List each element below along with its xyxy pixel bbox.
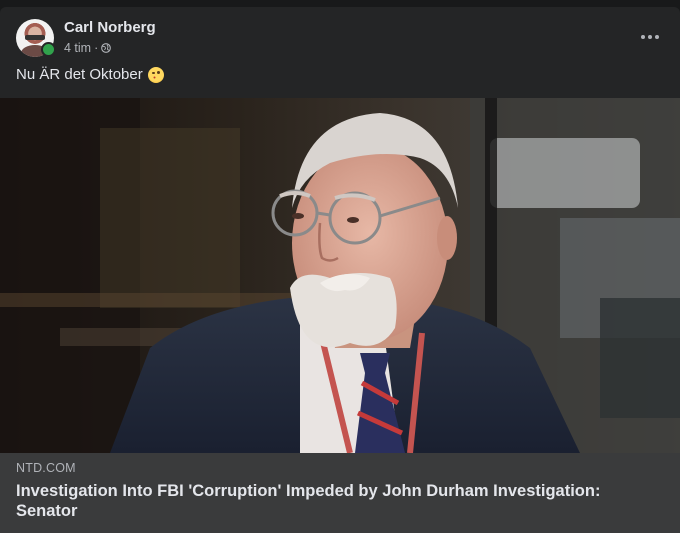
post-timestamp[interactable]: 4 tim [64, 41, 91, 55]
more-options-icon [641, 35, 645, 39]
feed-post: Carl Norberg 4 tim · Nu ÄR det Oktober N… [0, 7, 680, 533]
link-preview-info[interactable]: NTD.COM Investigation Into FBI 'Corrupti… [0, 453, 680, 533]
link-preview-image[interactable] [0, 98, 680, 453]
author-name[interactable]: Carl Norberg [64, 19, 156, 36]
news-photo [0, 98, 680, 453]
author-avatar[interactable] [16, 19, 56, 57]
link-title[interactable]: Investigation Into FBI 'Corruption' Impe… [16, 481, 656, 521]
post-message: Nu ÄR det Oktober [16, 66, 164, 83]
post-meta: 4 tim · [64, 41, 112, 55]
globe-icon[interactable] [101, 43, 112, 53]
link-preview-card[interactable]: NTD.COM Investigation Into FBI 'Corrupti… [0, 98, 680, 533]
more-options-button[interactable] [636, 29, 664, 45]
post-header: Carl Norberg 4 tim · [0, 7, 680, 67]
link-domain: NTD.COM [16, 461, 76, 475]
online-status-icon [41, 42, 56, 57]
meta-separator: · [94, 41, 99, 55]
winking-face-emoji-icon [147, 66, 164, 83]
post-message-text: Nu ÄR det Oktober [16, 66, 143, 83]
